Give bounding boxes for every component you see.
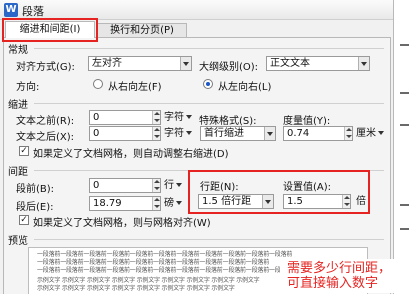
measure-value: 0.74 [287,128,310,139]
indent-before-value: 0 [93,112,100,123]
spacing-before-value: 0 [93,180,100,191]
set-value-value: 1.5 [287,196,303,207]
indent-grid-checkbox[interactable]: ✓ [19,146,29,156]
line-spacing-value: 1.5 倍行距 [202,196,252,207]
rtl-radio[interactable] [93,79,103,89]
text-fragment [400,228,409,230]
ltr-radio[interactable] [203,79,213,89]
alignment-value: 左对齐 [92,58,122,69]
section-divider [34,239,384,240]
section-indent-label: 缩进 [8,100,28,111]
spacing-after-unit[interactable]: 磅 [164,196,182,211]
section-divider [34,103,384,104]
line-spacing-select[interactable]: 1.5 倍行距 [198,194,274,209]
chevron-down-icon [262,195,273,208]
preview-line: 一段落前一段落前一段落前一段落前一段落前一段落前一段落前一段落前一段落前一段落前 [37,259,270,266]
spacing-before-input[interactable]: 0 [89,178,161,193]
set-value-input[interactable]: 1.5 [283,194,351,209]
preview-line: 一段落前一段落前一段落前一段落前一段落前一段落前一段落前一段落前一段落前一段落前… [37,251,293,258]
indent-after-label: 文本之后(X): [16,132,75,143]
document-background [395,0,417,294]
spacing-before-label: 段前(B): [16,184,55,195]
paragraph-dialog: W 段落 缩进和间距(I) 换行和分页(P) 常规 对齐方式(G): 左对齐 大… [0,0,394,294]
text-fragment [400,44,409,46]
set-value-label: 设置值(A): [283,182,332,193]
preview-line: 一段落前一段落前一段落前一段落前一段落前一段落前一段落前一段落前一段落前一段落前… [37,267,293,274]
spacing-grid-checkbox[interactable]: ✓ [19,215,29,225]
section-divider [34,48,384,49]
alignment-label: 对齐方式(G): [16,62,75,73]
direction-label: 方向: [16,82,40,93]
special-format-value: 首行缩进 [204,128,244,139]
rtl-label: 从右向左(F) [108,82,162,93]
spacing-grid-label: 如果定义了文档网格，则与网格对齐(W) [33,218,211,229]
text-fragment [400,204,409,206]
outline-level-value: 正文文本 [270,58,310,69]
spinner-arrows-icon[interactable] [152,127,160,140]
chevron-down-icon [264,127,275,140]
section-general-label: 常规 [8,45,28,56]
wps-app-icon: W [4,3,18,17]
measure-input[interactable]: 0.74 [283,126,353,141]
dialog-title: 段落 [22,5,44,18]
chevron-down-icon [358,57,369,70]
annotation-line-1: 需要多少行间距， [287,261,392,276]
spacing-after-label: 段后(E): [16,202,54,213]
spacing-before-unit[interactable]: 行 [164,178,182,193]
measure-unit[interactable]: 厘米 [356,126,384,141]
special-format-select[interactable]: 首行缩进 [200,126,276,141]
indent-after-unit[interactable]: 字符 [164,126,192,141]
preview-line: 示例文字 示例文字 示例文字 示例文字 示例文字 示例文字 示例文字 示例文字 … [37,277,260,284]
indent-grid-label: 如果定义了文档网格，则自动调整右缩进(D) [33,149,229,160]
line-spacing-label: 行距(N): [200,182,239,193]
indent-before-unit[interactable]: 字符 [164,110,192,125]
outline-level-label: 大纲级别(O): [199,62,259,73]
indent-after-value: 0 [93,128,100,139]
spinner-arrows-icon[interactable] [152,111,160,124]
text-fragment [400,92,409,94]
special-format-label: 特殊格式(S): [199,116,257,127]
spinner-arrows-icon[interactable] [344,127,352,140]
section-spacing-label: 间距 [8,167,28,178]
spacing-after-input[interactable]: 18.79 [89,196,161,211]
ltr-label: 从左向右(L) [218,82,272,93]
indent-before-input[interactable]: 0 [89,110,161,125]
outline-level-select[interactable]: 正文文本 [266,56,370,71]
spinner-arrows-icon[interactable] [152,179,160,192]
annotation-line-2: 可直接输入数字 [287,276,379,291]
indent-after-input[interactable]: 0 [89,126,161,141]
spacing-after-value: 18.79 [93,198,122,209]
spinner-arrows-icon[interactable] [152,197,160,210]
tab-line-page-breaks[interactable]: 换行和分页(P) [97,23,187,38]
spinner-arrows-icon[interactable] [342,195,350,208]
tab-highlight-box [2,18,98,42]
preview-line: 示例文字 示例文字 示例文字 示例文字 示例文字 示例文字 示例文字 示例文字 [37,285,235,292]
set-value-unit: 倍 [356,196,366,207]
measure-label: 度量值(Y): [283,116,331,127]
text-fragment [400,124,409,126]
chevron-down-icon [180,57,191,70]
title-bar: W 段落 [0,0,393,20]
alignment-select[interactable]: 左对齐 [88,56,192,71]
section-preview-label: 预览 [8,236,28,247]
indent-before-label: 文本之前(R): [16,116,75,127]
